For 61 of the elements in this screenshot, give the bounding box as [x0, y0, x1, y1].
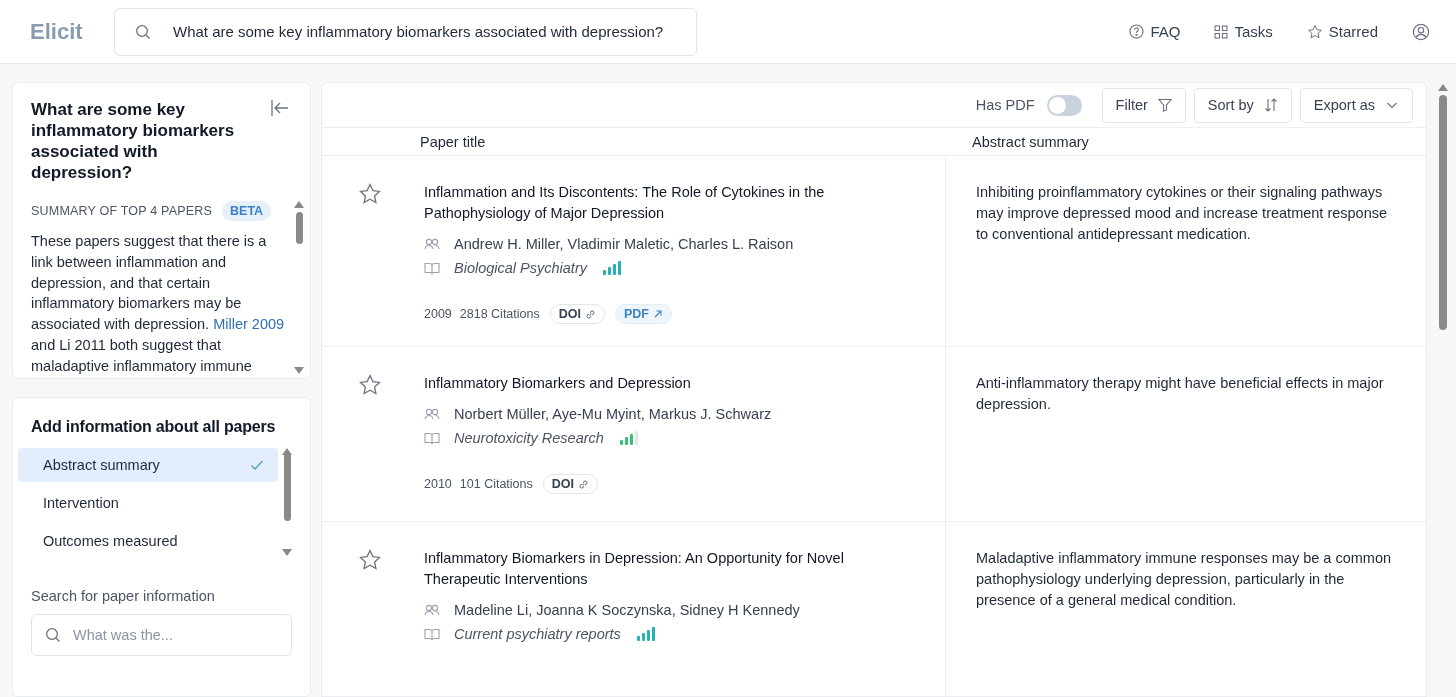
link-icon — [584, 308, 596, 320]
people-icon — [424, 238, 440, 250]
check-icon — [250, 459, 264, 471]
star-icon[interactable] — [358, 182, 382, 206]
paper-title[interactable]: Inflammatory Biomarkers in Depression: An Opportunity for Novel Therapeutic Interventions — [424, 548, 905, 590]
abstract-summary: Maladaptive inflammatory immune responses may be a common pathophysiology underlying depression, particularly in the presence of a general medical condition. — [976, 549, 1393, 610]
nav-link[interactable]: Starred — [1306, 23, 1378, 40]
panel-title: Add information about all papers — [31, 418, 277, 436]
option-item[interactable]: Intervention — [18, 486, 278, 520]
field-label: Search for paper information — [31, 588, 216, 604]
journal-name: Neurotoxicity Research — [454, 430, 604, 446]
link-icon — [578, 478, 589, 490]
author-list: Andrew H. Miller, Vladimir Maletic, Charles L. Raison — [454, 236, 794, 252]
people-icon — [424, 408, 440, 420]
pdf-link[interactable]: PDF — [614, 304, 672, 324]
paper-title[interactable]: Inflammatory Biomarkers and Depression — [424, 373, 905, 394]
summary-paragraph: These papers suggest that there is a link between inflammation and depression, and that certain inflammatory biomarkers may be associated with depression. Miller 2009 and Li 2011 both suggest that maladaptive inflammatory immune — [31, 232, 286, 376]
abstract-summary: Inhibiting proinflammatory cytokines or their signaling pathways may improve depressed mood and increase treatment response to conventional antidepressant medication. — [976, 183, 1389, 244]
account-icon[interactable] — [1412, 22, 1430, 41]
citation-count: 101 Citations — [459, 477, 533, 491]
star-icon — [1306, 23, 1323, 40]
question-title: What are some key inflammatory biomarkers associated with depression? — [31, 99, 236, 183]
book-icon — [424, 627, 440, 641]
section-heading: SUMMARY OF TOP 4 PAPERS — [31, 204, 213, 218]
help-icon — [1129, 24, 1145, 39]
paper-title[interactable]: Inflammation and Its Discontents: The Role of Cytokines in the Pathophysiology of Major Depression — [424, 182, 905, 224]
star-icon[interactable] — [358, 373, 382, 397]
option-item[interactable]: Abstract summary — [18, 448, 278, 482]
grid-icon — [1214, 24, 1229, 39]
people-icon — [424, 604, 440, 616]
abstract-summary: Anti-inflammatory therapy might have beneficial effects in major depression. — [976, 374, 1385, 414]
citation-link[interactable]: Miller 2009 — [213, 316, 285, 333]
filter-button[interactable]: Filter — [1101, 87, 1186, 123]
search-icon — [135, 23, 151, 40]
nav-link[interactable]: FAQ — [1129, 23, 1181, 40]
star-icon[interactable] — [358, 548, 382, 572]
search-icon — [45, 627, 61, 643]
sort-button[interactable]: Sort by — [1193, 87, 1292, 123]
book-icon — [424, 261, 440, 275]
nav-link[interactable]: Tasks — [1214, 23, 1273, 40]
search-field[interactable]: What was the... — [31, 614, 292, 656]
column-header[interactable]: Paper title — [322, 133, 946, 150]
sort-icon — [1263, 98, 1278, 113]
filter-icon — [1157, 98, 1172, 113]
journal-name: Biological Psychiatry — [454, 260, 587, 276]
author-list: Madeline Li, Joanna K Soczynska, Sidney H Kennedy — [454, 602, 800, 618]
external-link-icon — [652, 309, 663, 319]
dropdown-button[interactable]: Export as — [1299, 87, 1413, 123]
journal-name: Current psychiatry reports — [454, 626, 621, 642]
toggle-label: Has PDF — [975, 97, 1035, 114]
year: 2010 — [424, 477, 452, 491]
column-header[interactable]: Abstract summary — [946, 133, 1426, 150]
toggle-switch[interactable] — [1046, 94, 1082, 116]
author-list: Norbert Müller, Aye-Mu Myint, Markus J. Schwarz — [454, 406, 772, 422]
beta-badge: BETA — [222, 201, 272, 221]
collapse-icon[interactable] — [270, 99, 290, 117]
citation-count: 2818 Citations — [459, 307, 540, 321]
book-icon — [424, 431, 440, 445]
year: 2009 — [424, 307, 452, 321]
option-item[interactable]: Outcomes measured — [18, 524, 278, 558]
search-field[interactable]: What are some key inflammatory biomarkers associated with depression? — [114, 7, 697, 56]
